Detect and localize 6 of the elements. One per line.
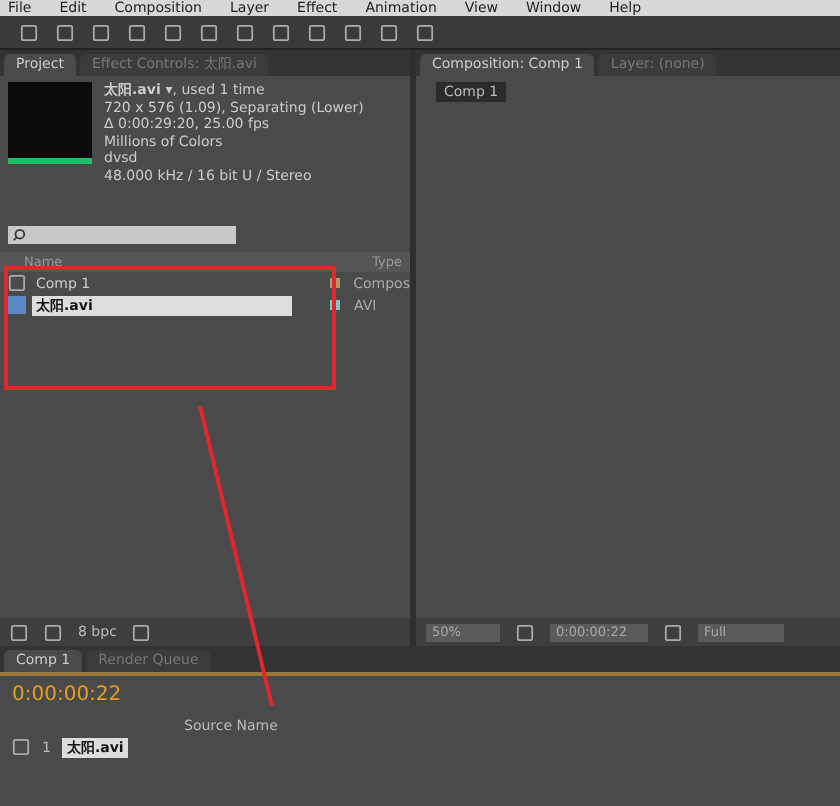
footage-icon: [8, 296, 26, 314]
footage-thumbnail: [8, 82, 92, 164]
search-icon: [12, 228, 26, 242]
search-field[interactable]: [8, 226, 236, 244]
current-timecode[interactable]: 0:00:00:22: [0, 676, 840, 714]
composition-icon[interactable]: [8, 274, 26, 292]
